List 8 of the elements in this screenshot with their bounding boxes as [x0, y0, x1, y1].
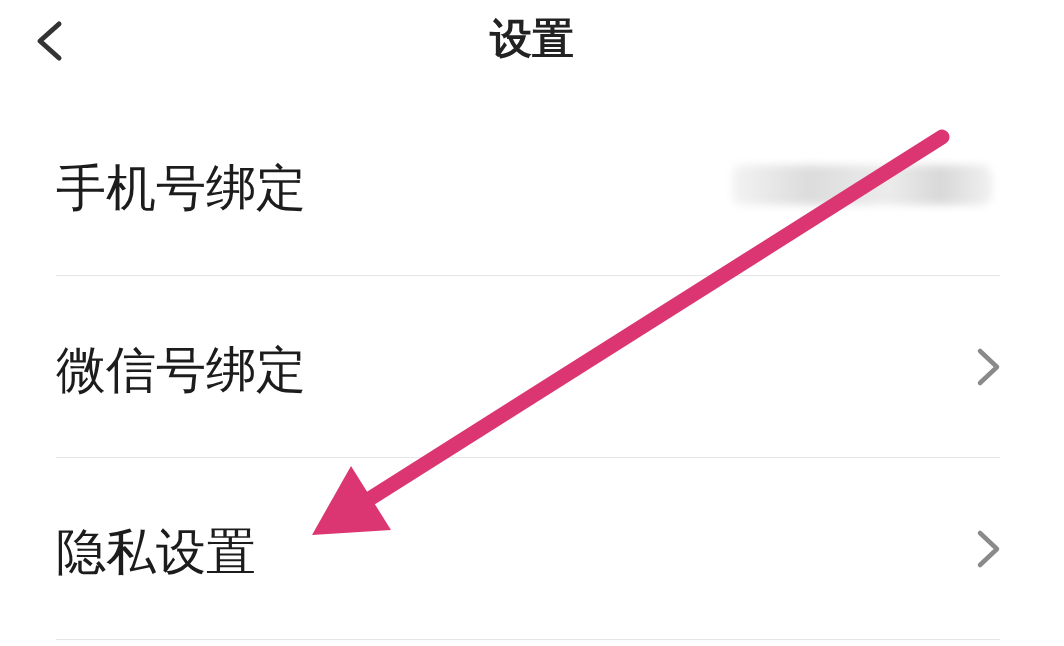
row-label: 手机号绑定 [56, 158, 306, 219]
page-title: 设置 [490, 13, 574, 65]
row-label: 微信号绑定 [56, 340, 306, 401]
chevron-right-icon [976, 528, 1002, 569]
settings-row[interactable]: 手机号绑定 [56, 94, 1000, 276]
chevron-right-icon [976, 346, 1002, 387]
row-label: 隐私设置 [56, 522, 256, 583]
settings-row[interactable]: 微信号绑定 [56, 276, 1000, 458]
